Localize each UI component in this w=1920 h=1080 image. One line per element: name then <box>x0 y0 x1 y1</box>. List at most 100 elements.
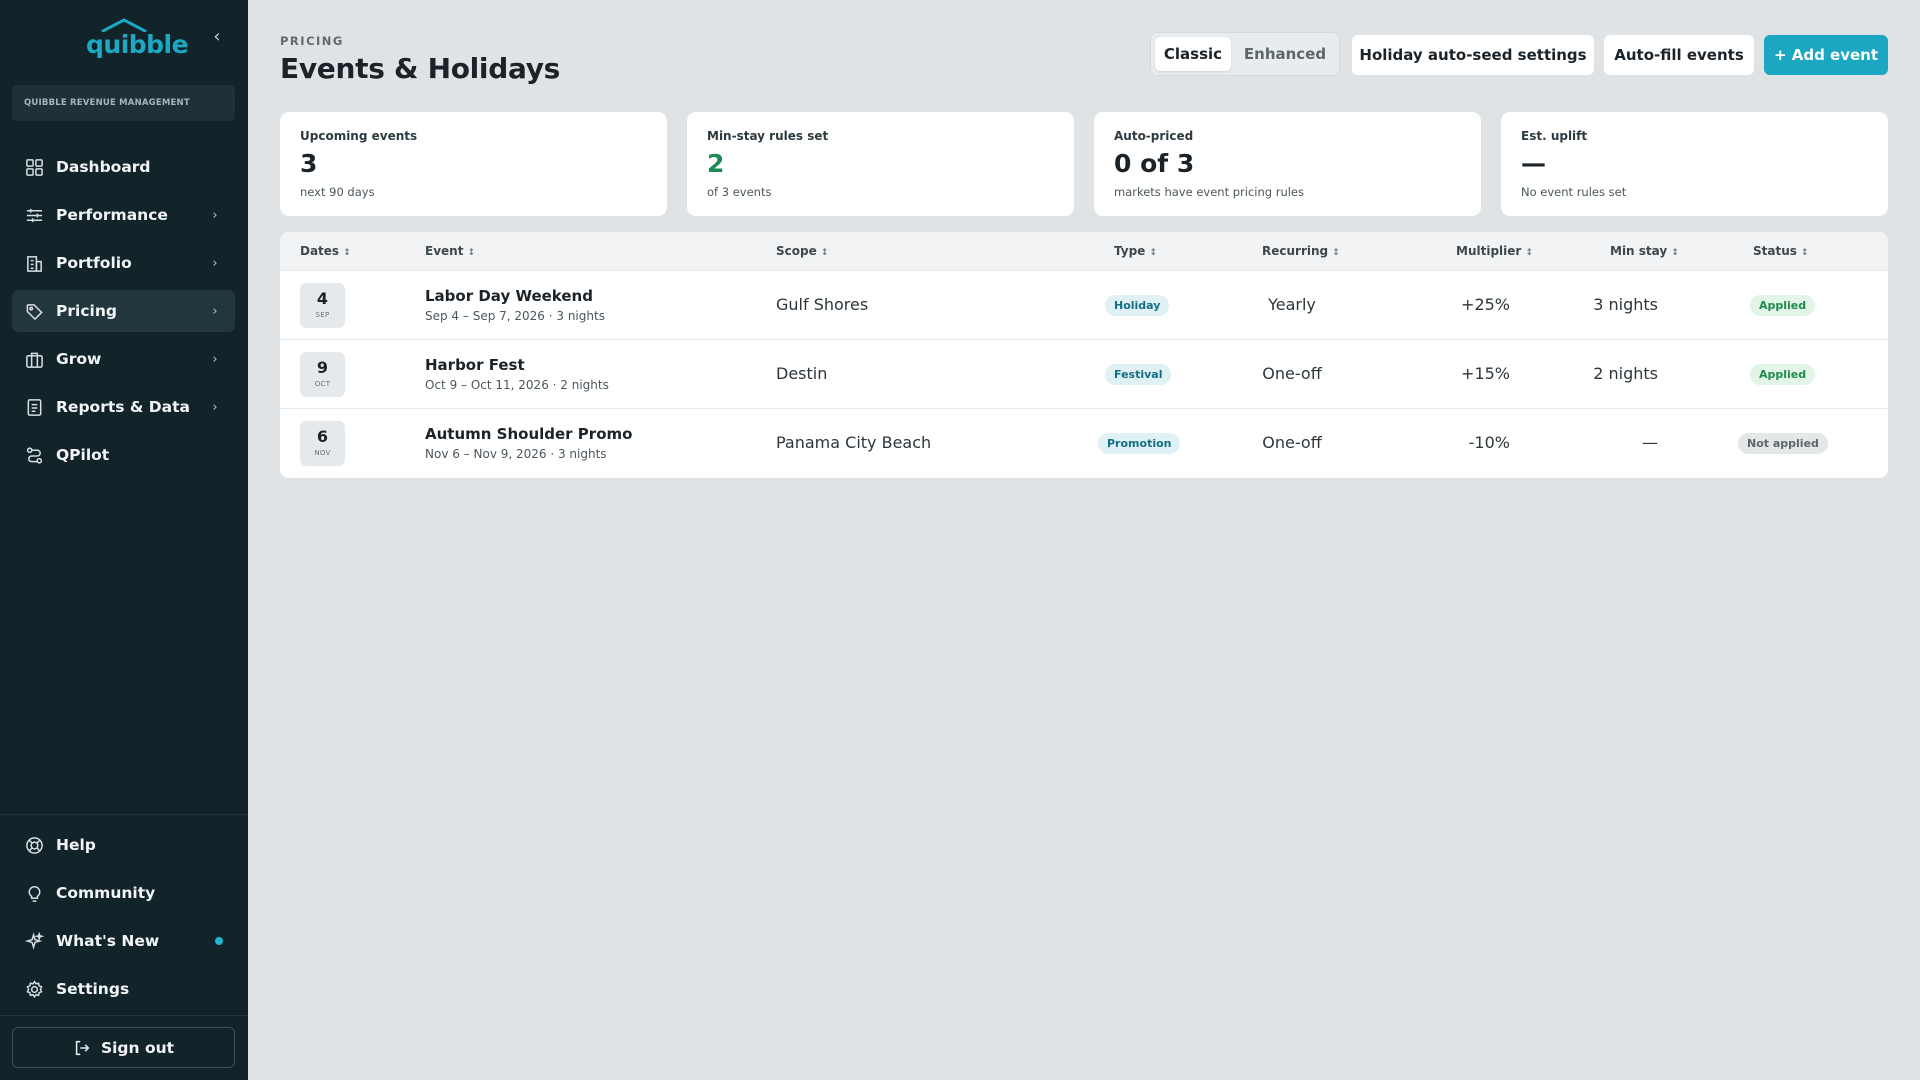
stat-label: Min-stay rules set <box>707 129 829 143</box>
stat-sub: next 90 days <box>300 185 375 199</box>
column-header-multiplier[interactable]: Multiplier ↕ <box>1456 232 1533 270</box>
table-header: Dates ↕ Event ↕ Scope ↕ Type ↕ Recurring ↕ Mu… <box>280 232 1888 270</box>
sidebar-item-label: Portfolio <box>56 254 132 272</box>
date-day: 9 <box>316 358 329 377</box>
event-scope: Gulf Shores <box>776 295 869 314</box>
stat-card-upcoming-events: Upcoming events 3 next 90 days <box>280 112 667 216</box>
event-multiplier: +25% <box>1461 295 1510 314</box>
table-row[interactable]: 9 OCT Harbor Fest Oct 9 – Oct 11, 2026 ·… <box>280 339 1888 408</box>
org-switcher[interactable]: QUIBBLE REVENUE MANAGEMENT <box>12 85 235 121</box>
event-multiplier: -10% <box>1468 433 1510 452</box>
event-name[interactable]: Harbor Fest <box>425 356 525 374</box>
add-event-button[interactable]: + Add event <box>1764 35 1888 75</box>
sidebar-item-qpilot[interactable]: QPilot <box>12 434 235 476</box>
date-badge: 6 NOV <box>300 421 345 466</box>
column-header-recurring[interactable]: Recurring ↕ <box>1262 232 1340 270</box>
event-scope: Panama City Beach <box>776 433 932 452</box>
event-type-badge: Promotion <box>1098 433 1181 454</box>
sidebar-divider <box>0 814 248 815</box>
sidebar-item-portfolio[interactable]: Portfolio › <box>12 242 235 284</box>
column-header-status[interactable]: Status ↕ <box>1753 232 1808 270</box>
stat-sub: markets have event pricing rules <box>1114 185 1305 199</box>
event-dates: Nov 6 – Nov 9, 2026 · 3 nights <box>425 447 607 461</box>
view-toggle-classic[interactable]: Classic <box>1155 37 1231 71</box>
sign-out-label: Sign out <box>100 1038 175 1057</box>
holiday-auto-seed-settings-button[interactable]: Holiday auto-seed settings <box>1352 35 1594 75</box>
chevron-right-icon: › <box>212 255 218 271</box>
sign-out-button[interactable]: Sign out <box>12 1027 235 1068</box>
column-header-label: Type <box>1114 244 1146 258</box>
lightbulb-icon <box>24 883 44 903</box>
event-min-stay: — <box>1642 433 1658 452</box>
table-row[interactable]: 6 NOV Autumn Shoulder Promo Nov 6 – Nov … <box>280 408 1888 477</box>
event-multiplier: +15% <box>1461 364 1510 383</box>
column-header-dates[interactable]: Dates ↕ <box>300 232 351 270</box>
event-min-stay: 2 nights <box>1593 364 1658 383</box>
event-name[interactable]: Autumn Shoulder Promo <box>425 425 632 443</box>
stat-card-auto-priced: Auto-priced 0 of 3 markets have event pr… <box>1094 112 1481 216</box>
sort-icon: ↕ <box>1525 248 1533 258</box>
sliders-icon <box>24 205 44 225</box>
column-header-label: Event <box>425 244 464 258</box>
sidebar-item-label: Dashboard <box>56 158 151 176</box>
column-header-label: Status <box>1753 244 1797 258</box>
sparkles-icon <box>24 931 44 951</box>
grid-icon <box>24 157 44 177</box>
date-badge: 4 SEP <box>300 283 345 328</box>
sidebar-item-reports-data[interactable]: Reports & Data › <box>12 386 235 428</box>
sort-icon: ↕ <box>1800 248 1809 258</box>
sidebar-item-label: Performance <box>56 206 168 224</box>
sidebar-item-performance[interactable]: Performance › <box>12 194 235 236</box>
building-icon <box>24 253 44 273</box>
column-header-label: Min stay <box>1610 244 1668 258</box>
date-day: 4 <box>316 289 329 308</box>
auto-fill-events-button[interactable]: Auto-fill events <box>1604 35 1754 75</box>
event-scope: Destin <box>776 364 828 383</box>
events-table: Dates ↕ Event ↕ Scope ↕ Type ↕ Recurring ↕ Mu… <box>280 232 1888 478</box>
sidebar-item-label: Help <box>56 836 96 854</box>
sidebar-item-settings[interactable]: Settings <box>12 968 235 1010</box>
logo-text: quibble <box>86 30 189 59</box>
briefcase-icon <box>24 349 44 369</box>
stat-label: Est. uplift <box>1521 129 1588 143</box>
sidebar-item-help[interactable]: Help <box>12 824 235 866</box>
sidebar-item-community[interactable]: Community <box>12 872 235 914</box>
column-header-min-stay[interactable]: Min stay ↕ <box>1610 232 1679 270</box>
date-badge: 9 OCT <box>300 352 345 397</box>
sidebar-item-dashboard[interactable]: Dashboard <box>12 146 235 188</box>
column-header-label: Multiplier <box>1456 244 1522 258</box>
column-header-type[interactable]: Type ↕ <box>1114 232 1157 270</box>
sidebar-item-label: What's New <box>56 932 160 950</box>
stat-sub: of 3 events <box>707 185 772 199</box>
sidebar-item-whats-new[interactable]: What's New <box>12 920 235 962</box>
column-header-scope[interactable]: Scope ↕ <box>776 232 828 270</box>
report-icon <box>24 397 44 417</box>
sidebar-item-grow[interactable]: Grow › <box>12 338 235 380</box>
event-name[interactable]: Labor Day Weekend <box>425 287 593 305</box>
column-header-event[interactable]: Event ↕ <box>425 232 475 270</box>
sidebar-item-label: Grow <box>56 350 102 368</box>
tag-icon <box>24 301 44 321</box>
view-toggle-enhanced[interactable]: Enhanced <box>1235 37 1335 71</box>
sort-icon: ↕ <box>467 248 475 258</box>
event-recurring: One-off <box>1262 364 1322 383</box>
column-header-label: Dates <box>300 244 340 258</box>
logo-row: quibble ‹ <box>0 16 248 60</box>
lifebuoy-icon <box>24 835 44 855</box>
date-day: 6 <box>316 427 329 446</box>
chevron-right-icon: › <box>212 399 218 415</box>
table-row[interactable]: 4 SEP Labor Day Weekend Sep 4 – Sep 7, 2… <box>280 270 1888 339</box>
sort-icon: ↕ <box>820 248 829 258</box>
chevron-left-icon: ‹ <box>213 26 221 47</box>
sidebar-item-label: Community <box>56 884 156 902</box>
quibble-logo[interactable]: quibble <box>86 18 189 59</box>
date-month: SEP <box>315 311 330 319</box>
sort-icon: ↕ <box>343 248 351 258</box>
event-dates: Oct 9 – Oct 11, 2026 · 2 nights <box>425 378 609 392</box>
collapse-sidebar-button[interactable]: ‹ <box>206 26 228 48</box>
sort-icon: ↕ <box>1671 248 1679 258</box>
page-eyebrow: PRICING <box>280 34 344 48</box>
sort-icon: ↕ <box>1149 248 1157 258</box>
sidebar-item-pricing[interactable]: Pricing › <box>12 290 235 332</box>
route-icon <box>24 445 44 465</box>
